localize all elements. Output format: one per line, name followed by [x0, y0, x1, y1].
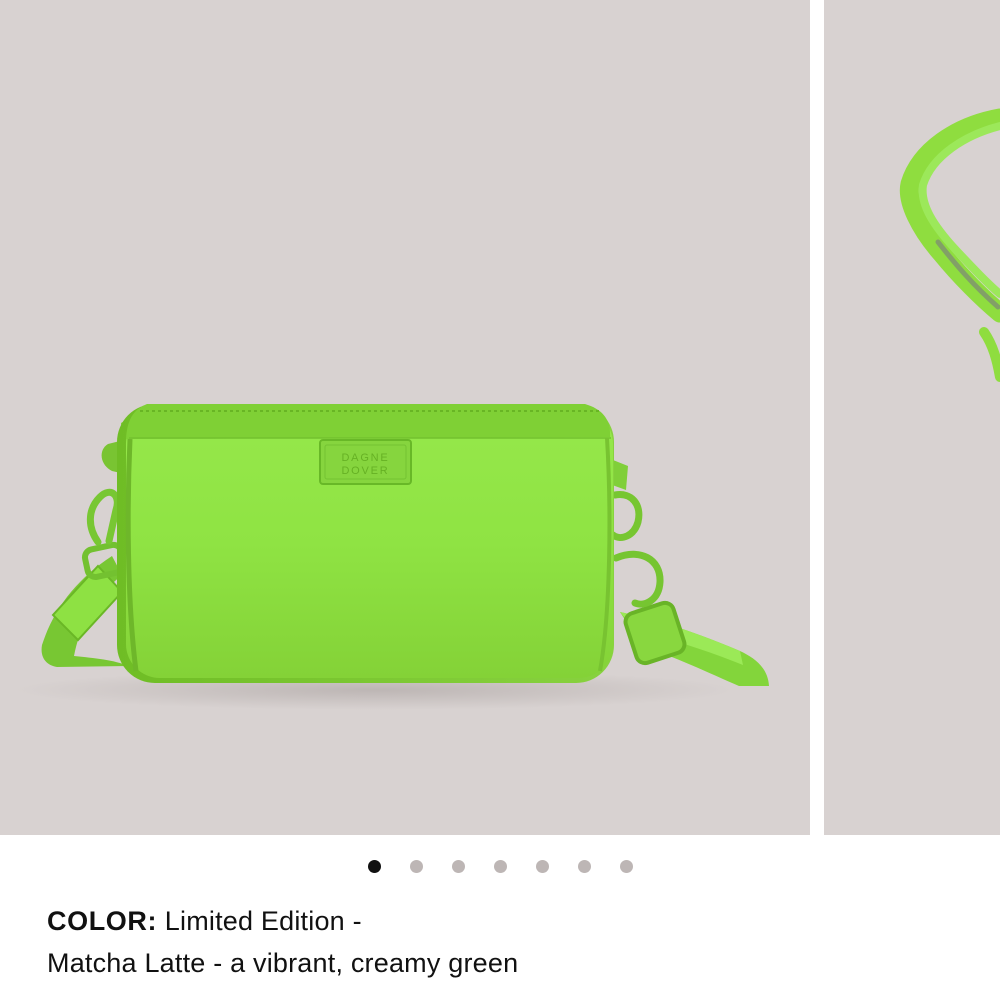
carousel-pagination[interactable]: [0, 859, 1000, 875]
pagination-dot-1[interactable]: [368, 860, 381, 873]
carousel-slide-1[interactable]: DAGNE DOVER: [0, 0, 810, 835]
pagination-dot-5[interactable]: [536, 860, 549, 873]
product-image-bag-front: DAGNE DOVER: [0, 0, 810, 835]
color-label: COLOR:: [47, 906, 158, 936]
brand-logo-line-1: DAGNE: [341, 452, 389, 464]
color-line-1: COLOR: Limited Edition -: [47, 900, 607, 942]
product-image-bag-side: [824, 0, 1000, 835]
color-value-line-1: Limited Edition -: [164, 906, 362, 936]
pagination-dot-2[interactable]: [410, 860, 423, 873]
color-value-line-2: Matcha Latte - a vibrant, creamy green: [47, 948, 519, 978]
product-page: DAGNE DOVER COLOR: Limited Edition - Mat…: [0, 0, 1000, 1000]
pagination-dot-6[interactable]: [578, 860, 591, 873]
pagination-dot-7[interactable]: [620, 860, 633, 873]
brand-logo-line-2: DOVER: [341, 465, 389, 477]
pagination-dot-3[interactable]: [452, 860, 465, 873]
carousel-slide-2-peek[interactable]: [824, 0, 1000, 835]
product-color-info: COLOR: Limited Edition - Matcha Latte - …: [47, 900, 607, 984]
pagination-dot-4[interactable]: [494, 860, 507, 873]
product-image-carousel[interactable]: DAGNE DOVER: [0, 0, 1000, 835]
